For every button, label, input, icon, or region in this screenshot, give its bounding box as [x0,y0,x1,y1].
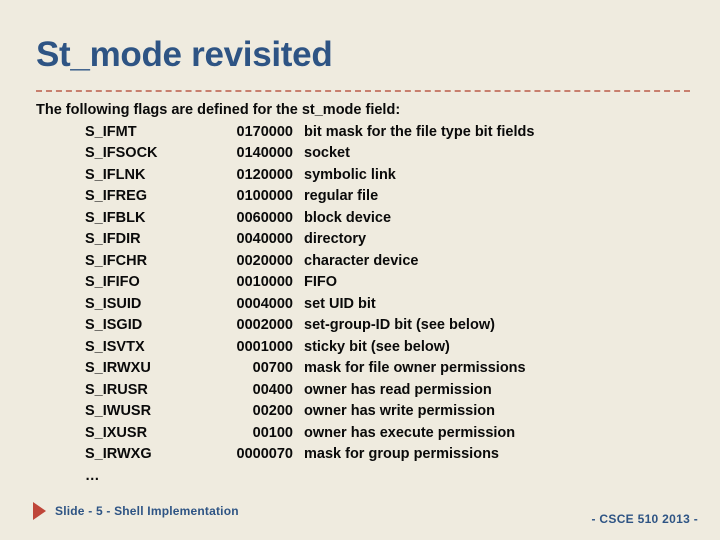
table-row: S_IFBLK 0060000 block device [36,208,534,230]
table-row: S_ISVTX 0001000 sticky bit (see below) [36,337,534,359]
table-row: S_IWUSR 00200 owner has write permission [36,401,534,423]
flag-name: S_IRWXG [85,446,152,462]
flag-description: bit mask for the file type bit fields [304,123,535,140]
table-row-ellipsis: … [36,466,534,488]
flag-description: socket [304,145,350,161]
flag-name: S_IRWXU [85,360,151,376]
slide-canvas: St_mode revisited The following flags ar… [0,0,720,540]
slide-number-label: Slide - 5 - Shell Implementation [55,504,239,518]
flag-value: 0140000 [236,145,293,161]
flag-value: 0001000 [236,338,293,355]
flag-table: S_IFMT 0170000 bit mask for the file typ… [36,122,534,488]
flag-description: owner has write permission [304,403,495,419]
flag-description: sticky bit (see below) [304,338,450,355]
flag-description: mask for file owner permissions [304,360,526,376]
flag-name: S_IFREG [85,188,148,204]
table-row: S_IRUSR 00400 owner has read permission [36,380,534,402]
flag-table-body: S_IFMT 0170000 bit mask for the file typ… [36,122,534,488]
flag-value: 0010000 [236,274,293,290]
table-row: S_IFREG 0100000 regular file [36,186,534,208]
flag-value: 00100 [252,424,293,441]
table-row: S_IFLNK 0120000 symbolic link [36,165,534,187]
flag-value: 00700 [252,360,293,376]
ellipsis-text: … [85,467,101,484]
table-row: S_IXUSR 00100 owner has execute permissi… [36,423,534,445]
table-row: S_IFMT 0170000 bit mask for the file typ… [36,122,534,144]
flag-name: S_IFDIR [85,231,141,247]
footer-left: Slide - 5 - Shell Implementation [33,502,239,520]
title-divider [36,90,690,92]
flag-value: 0040000 [236,231,293,247]
flag-value: 00400 [252,381,293,398]
flag-description: FIFO [304,274,338,290]
flag-description: owner has execute permission [304,424,516,441]
table-row: S_IFSOCK 0140000 socket [36,143,534,165]
flag-description: mask for group permissions [304,446,499,462]
flag-description: regular file [304,188,379,204]
flag-value: 0170000 [236,123,293,140]
flag-value: 0020000 [236,252,293,269]
table-row: S_IFCHR 0020000 character device [36,251,534,273]
flag-description: symbolic link [304,166,396,183]
flag-name: S_ISVTX [85,338,145,355]
flag-name: S_IRUSR [85,381,148,398]
flag-name: S_IFLNK [85,166,146,183]
flag-description: set-group-ID bit (see below) [304,317,495,333]
flag-description: directory [304,231,367,247]
flag-description: set UID bit [304,295,376,312]
flag-value: 0004000 [236,295,293,312]
table-row: S_ISGID 0002000 set-group-ID bit (see be… [36,315,534,337]
table-row: S_IRWXG 0000070 mask for group permissio… [36,444,534,466]
page-title: St_mode revisited [36,35,333,74]
flag-name: S_IFIFO [85,274,140,290]
flag-name: S_IFSOCK [85,145,158,161]
flag-description: block device [304,209,392,226]
flag-value: 0060000 [236,209,293,226]
play-triangle-icon [33,502,46,520]
table-row: S_IRWXU 00700 mask for file owner permis… [36,358,534,380]
course-label: - CSCE 510 2013 - [591,512,698,526]
flag-description: owner has read permission [304,381,492,398]
flag-name: S_IFMT [85,123,137,140]
flag-value: 0120000 [236,166,293,183]
intro-text: The following flags are defined for the … [36,102,401,118]
table-row: S_ISUID 0004000 set UID bit [36,294,534,316]
flag-name: S_IFCHR [85,252,148,269]
flag-name: S_ISGID [85,317,143,333]
flag-value: 0000070 [236,446,293,462]
flag-name: S_IWUSR [85,403,152,419]
flag-name: S_ISUID [85,295,142,312]
table-row: S_IFIFO 0010000 FIFO [36,272,534,294]
flag-value: 0002000 [236,317,293,333]
flag-value: 0100000 [236,188,293,204]
table-row: S_IFDIR 0040000 directory [36,229,534,251]
flag-name: S_IFBLK [85,209,146,226]
slide-body: The following flags are defined for the … [36,100,696,487]
flag-value: 00200 [252,403,293,419]
flag-name: S_IXUSR [85,424,148,441]
flag-description: character device [304,252,419,269]
